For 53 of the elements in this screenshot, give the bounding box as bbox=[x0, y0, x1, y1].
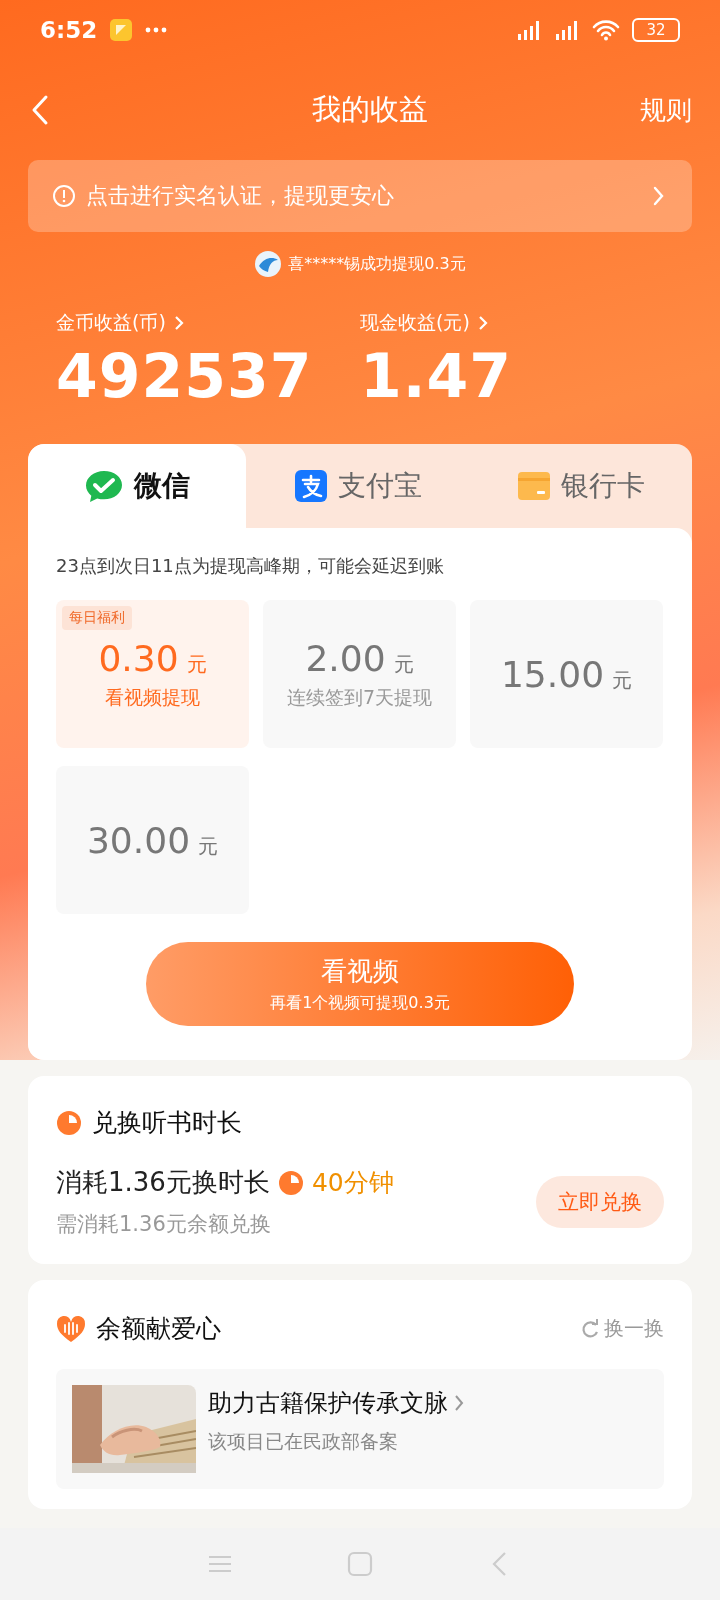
payment-tab[interactable]: 支付宝 bbox=[246, 444, 469, 528]
refresh-icon bbox=[580, 1318, 600, 1339]
signal-icon bbox=[554, 18, 580, 42]
back-icon bbox=[30, 94, 50, 126]
stat-value: 492537 bbox=[56, 342, 314, 410]
payment-tab[interactable]: 微信 bbox=[28, 444, 246, 528]
chevron-right-icon bbox=[173, 315, 184, 331]
stat-label-link[interactable]: 现金收益(元) bbox=[360, 310, 664, 336]
exchange-duration: 40分钟 bbox=[311, 1167, 394, 1199]
more-icon bbox=[145, 25, 168, 35]
refresh-button[interactable]: 换一换 bbox=[580, 1315, 664, 1342]
withdrawal-ticker: 喜*****锡成功提现0.3元 bbox=[288, 253, 466, 275]
rules-link[interactable]: 规则 bbox=[640, 92, 692, 128]
home-button[interactable] bbox=[345, 1549, 375, 1579]
amount-option[interactable]: 15.00 元 bbox=[470, 600, 663, 748]
stat-label-link[interactable]: 金币收益(币) bbox=[56, 310, 360, 336]
watch-video-button[interactable]: 看视频 再看1个视频可提现0.3元 bbox=[146, 942, 574, 1026]
avatar-icon bbox=[254, 250, 283, 278]
banner-text: 点击进行实名认证，提现更安心 bbox=[86, 182, 395, 210]
daily-tag: 每日福利 bbox=[62, 606, 132, 630]
signal-icon bbox=[516, 18, 542, 42]
alert-icon bbox=[52, 184, 76, 208]
chevron-right-icon bbox=[477, 315, 488, 331]
chevron-right-icon bbox=[652, 186, 664, 206]
home-icon bbox=[345, 1549, 375, 1579]
amount-option[interactable]: 2.00 元 连续签到7天提现 bbox=[263, 600, 456, 748]
wifi-icon bbox=[592, 18, 620, 42]
amount-option[interactable]: 每日福利 0.30 元 看视频提现 bbox=[56, 600, 249, 748]
clock-icon bbox=[56, 1109, 82, 1136]
section-title: 余额献爱心 bbox=[96, 1313, 222, 1345]
chevron-right-icon bbox=[454, 1394, 464, 1412]
payment-app-icon bbox=[293, 469, 328, 503]
battery-level: 32 bbox=[632, 18, 680, 42]
project-item[interactable]: 助力古籍保护传承文脉 该项目已在民政部备案 bbox=[56, 1369, 664, 1489]
project-description: 该项目已在民政部备案 bbox=[208, 1429, 399, 1454]
clock-icon bbox=[277, 1169, 304, 1196]
peak-hint: 23点到次日11点为提现高峰期，可能会延迟到账 bbox=[56, 554, 445, 578]
verification-banner[interactable]: 点击进行实名认证，提现更安心 bbox=[28, 160, 692, 232]
card-icon bbox=[516, 469, 551, 503]
exchange-offer: 消耗1.36元换时长 bbox=[56, 1166, 270, 1199]
section-title: 兑换听书时长 bbox=[92, 1107, 243, 1139]
exchange-button[interactable]: 立即兑换 bbox=[536, 1175, 664, 1228]
status-time: 6:52 bbox=[40, 17, 98, 43]
payment-tab[interactable]: 银行卡 bbox=[469, 444, 692, 528]
exchange-note: 需消耗1.36元余额兑换 bbox=[56, 1211, 272, 1238]
page-title: 我的收益 bbox=[311, 91, 429, 128]
amount-option[interactable]: 30.00 元 bbox=[56, 766, 249, 914]
project-title: 助力古籍保护传承文脉 bbox=[208, 1388, 448, 1419]
notification-icon bbox=[109, 18, 134, 42]
chat-bubble-icon bbox=[84, 468, 124, 504]
back-button[interactable] bbox=[30, 94, 50, 126]
stat-value: 1.47 bbox=[360, 342, 514, 410]
heart-icon bbox=[56, 1314, 86, 1343]
